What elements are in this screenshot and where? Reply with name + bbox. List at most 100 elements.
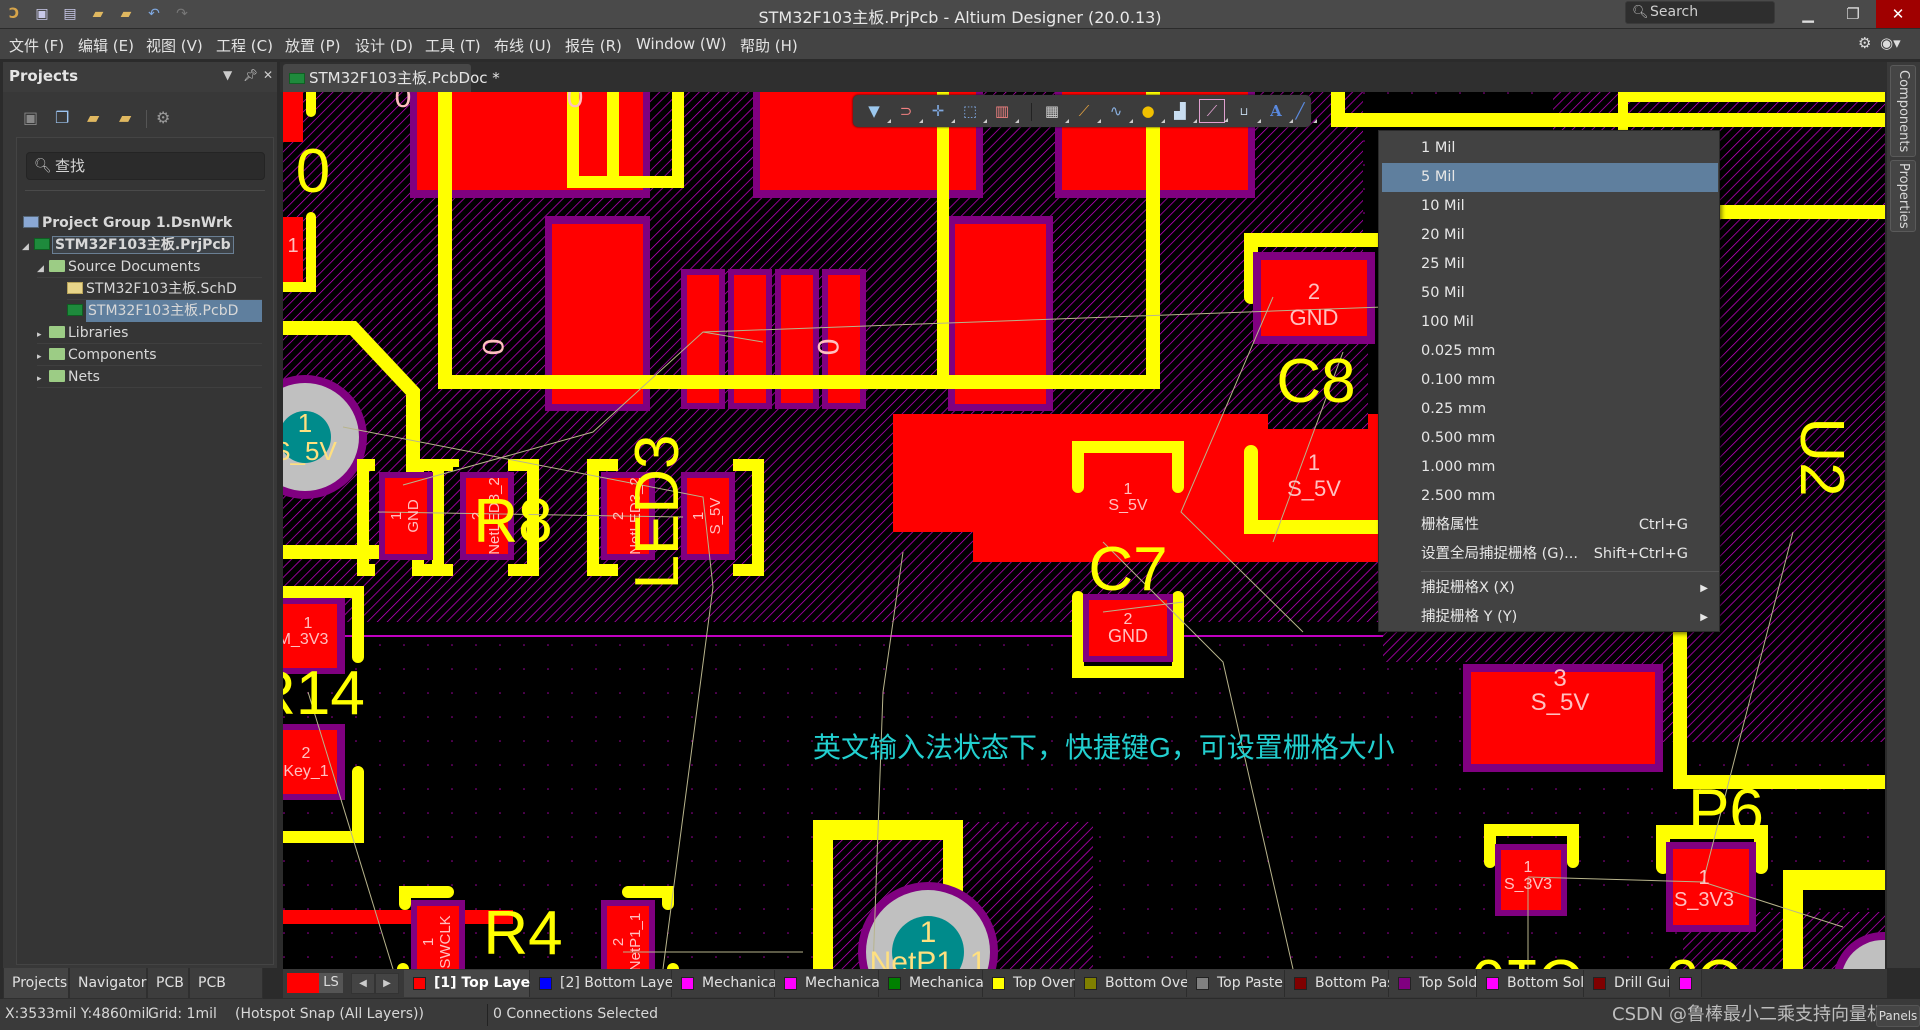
panel-tab-projects[interactable]: Projects xyxy=(3,968,69,999)
app-logo-icon[interactable]: Ↄ xyxy=(4,4,24,24)
explore-folder-icon[interactable]: ▰ xyxy=(87,108,109,130)
menu-project[interactable]: 工程 (C) xyxy=(216,35,273,56)
menu-design[interactable]: 设计 (D) xyxy=(355,35,413,56)
redo-icon[interactable]: ↷ xyxy=(172,4,192,24)
text-icon[interactable]: A xyxy=(1263,99,1293,123)
global-search-input[interactable]: 🔍︎ Search xyxy=(1625,1,1775,24)
collapse-arrow-icon[interactable]: ▸ xyxy=(37,324,49,346)
project-search-input[interactable]: 🔍︎ 查找 xyxy=(26,152,265,180)
collapse-arrow-icon[interactable]: ▸ xyxy=(37,346,49,368)
layer-tab-mechanical-15[interactable]: Mechanical 15 xyxy=(879,970,1010,997)
via-pad-icon[interactable]: ● xyxy=(1135,99,1165,123)
panels-button[interactable]: Panels xyxy=(1876,1005,1920,1027)
menu-item-grid-2500mm[interactable]: 2.500 mm xyxy=(1382,482,1718,511)
layer-tab-bottom-paste[interactable]: Bottom Paste xyxy=(1285,970,1409,997)
menu-item-snap-grid-x[interactable]: 捕捉栅格X (X) ▶ xyxy=(1382,574,1718,603)
tree-item-schdoc[interactable]: STM32F103主板.SchD xyxy=(67,278,262,300)
menu-view[interactable]: 视图 (V) xyxy=(146,35,203,56)
settings-gear-icon[interactable]: ⚙ xyxy=(1858,34,1871,52)
pin-icon[interactable]: 📌︎ xyxy=(243,68,258,82)
folder-options-icon[interactable]: ▰ xyxy=(119,108,141,130)
align-icon[interactable]: ▥ xyxy=(989,99,1019,123)
collapse-arrow-icon[interactable]: ▸ xyxy=(37,368,49,390)
menu-route[interactable]: 布线 (U) xyxy=(494,35,551,56)
layer-tab-mechanical-13[interactable]: Mechanical 13 xyxy=(775,970,906,997)
dimension-icon[interactable]: ⊔ xyxy=(1231,99,1261,123)
interactive-routing-icon[interactable]: ⊃ xyxy=(893,99,923,123)
gear-icon[interactable]: ⚙ xyxy=(156,108,178,130)
tree-item-nets[interactable]: ▸ Nets xyxy=(37,366,262,388)
menu-item-grid-100mil[interactable]: 100 Mil xyxy=(1382,308,1718,337)
menu-item-grid-025mm[interactable]: 0.25 mm xyxy=(1382,395,1718,424)
diff-pair-icon[interactable]: ∿ xyxy=(1103,99,1133,123)
line-icon[interactable]: ╱ xyxy=(1287,99,1317,123)
menu-item-grid-5mil[interactable]: 5 Mil xyxy=(1382,163,1718,192)
layer-tab-drill-guide[interactable]: Drill Guide xyxy=(1584,970,1688,997)
tree-item-pcb-project[interactable]: ◢ STM32F103主板.PrjPcb xyxy=(22,234,262,256)
menu-tools[interactable]: 工具 (T) xyxy=(425,35,481,56)
layer-tab-more[interactable] xyxy=(1670,970,1702,997)
menu-item-set-global-snap-grid[interactable]: 设置全局捕捉栅格 (G)... Shift+Ctrl+G xyxy=(1382,540,1718,569)
save-all-icon[interactable]: ▤ xyxy=(60,4,80,24)
layer-tab-bottom-overlay[interactable]: Bottom Overlay xyxy=(1075,970,1215,997)
menu-item-grid-0025mm[interactable]: 0.025 mm xyxy=(1382,337,1718,366)
minimize-button[interactable]: ▁ xyxy=(1786,0,1830,28)
menu-item-grid-0100mm[interactable]: 0.100 mm xyxy=(1382,366,1718,395)
layer-tab-bottom-layer[interactable]: [2] Bottom Layer xyxy=(530,970,679,997)
menu-edit[interactable]: 编辑 (E) xyxy=(78,35,134,56)
layer-tab-mechanical-1[interactable]: Mechanical 1 xyxy=(672,970,794,997)
layer-tab-top-paste[interactable]: Top Paste xyxy=(1187,970,1285,997)
layer-scroll-left-button[interactable]: ◀ xyxy=(351,973,375,994)
undo-icon[interactable]: ↶ xyxy=(144,4,164,24)
keepout-icon[interactable]: ⟋ xyxy=(1199,99,1228,123)
panel-tab-pcb-filter[interactable]: PCB Filter xyxy=(189,968,263,1021)
close-button[interactable]: ✕ xyxy=(1876,0,1920,28)
menu-item-grid-50mil[interactable]: 50 Mil xyxy=(1382,279,1718,308)
menu-reports[interactable]: 报告 (R) xyxy=(565,35,622,56)
menu-item-grid-0500mm[interactable]: 0.500 mm xyxy=(1382,424,1718,453)
menu-item-grid-25mil[interactable]: 25 Mil xyxy=(1382,250,1718,279)
open-icon[interactable]: ▰ xyxy=(88,4,108,24)
user-account-icon[interactable]: ◉▾ xyxy=(1880,34,1901,52)
menu-item-grid-properties[interactable]: 栅格属性 Ctrl+G xyxy=(1382,511,1718,540)
component-icon[interactable]: ▦ xyxy=(1039,99,1069,123)
menu-item-grid-1mil[interactable]: 1 Mil xyxy=(1382,134,1718,163)
layer-tab-top-solder[interactable]: Top Solder xyxy=(1389,970,1492,997)
panel-menu-dropdown-icon[interactable]: ▼ xyxy=(223,68,232,82)
tree-item-source-documents[interactable]: ◢ Source Documents xyxy=(37,256,262,278)
menu-item-grid-1000mm[interactable]: 1.000 mm xyxy=(1382,453,1718,482)
layer-tab-bottom-solder[interactable]: Bottom Solder xyxy=(1477,970,1607,997)
panel-tab-components[interactable]: Components xyxy=(1890,65,1916,157)
document-tab-pcbdoc[interactable]: STM32F103主板.PcbDoc * xyxy=(283,64,500,92)
tree-item-project-group[interactable]: Project Group 1.DsnWrk xyxy=(23,212,232,234)
open-project-icon[interactable]: ▰ xyxy=(116,4,136,24)
layer-tab-top-layer[interactable]: [1] Top Layer xyxy=(404,970,537,997)
layer-set-button[interactable]: LS xyxy=(287,973,343,993)
select-rect-icon[interactable]: ⬚ xyxy=(957,99,987,123)
save-icon[interactable]: ▣ xyxy=(32,4,52,24)
menu-item-grid-20mil[interactable]: 20 Mil xyxy=(1382,221,1718,250)
panel-tab-properties[interactable]: Properties xyxy=(1890,160,1916,232)
expand-arrow-icon[interactable]: ◢ xyxy=(22,236,34,258)
polygon-icon[interactable]: ▟ xyxy=(1167,99,1197,123)
tree-item-components[interactable]: ▸ Components xyxy=(37,344,262,366)
menu-item-grid-10mil[interactable]: 10 Mil xyxy=(1382,192,1718,221)
menu-file[interactable]: 文件 (F) xyxy=(9,35,64,56)
expand-arrow-icon[interactable]: ◢ xyxy=(37,258,49,280)
filter-icon[interactable]: ▼ xyxy=(861,99,891,123)
layer-tab-top-overlay[interactable]: Top Overlay xyxy=(983,970,1096,997)
panel-close-icon[interactable]: ✕ xyxy=(263,68,273,82)
restore-button[interactable]: ❐ xyxy=(1831,0,1875,28)
menu-item-snap-grid-y[interactable]: 捕捉栅格 Y (Y) ▶ xyxy=(1382,603,1718,632)
tree-item-pcbdoc[interactable]: STM32F103主板.PcbD xyxy=(67,300,262,322)
copy-documents-icon[interactable]: ❐ xyxy=(55,108,77,130)
panel-tab-pcb[interactable]: PCB xyxy=(147,968,189,999)
crosshair-icon[interactable]: ✛ xyxy=(925,99,955,123)
menu-place[interactable]: 放置 (P) xyxy=(285,35,341,56)
layer-scroll-right-button[interactable]: ▶ xyxy=(375,973,399,994)
save-icon[interactable]: ▣ xyxy=(23,108,45,130)
tree-item-libraries[interactable]: ▸ Libraries xyxy=(37,322,262,344)
route-icon[interactable]: ⟋ xyxy=(1071,99,1101,123)
menu-help[interactable]: 帮助 (H) xyxy=(740,35,798,56)
menu-window[interactable]: Window (W) xyxy=(636,35,726,53)
